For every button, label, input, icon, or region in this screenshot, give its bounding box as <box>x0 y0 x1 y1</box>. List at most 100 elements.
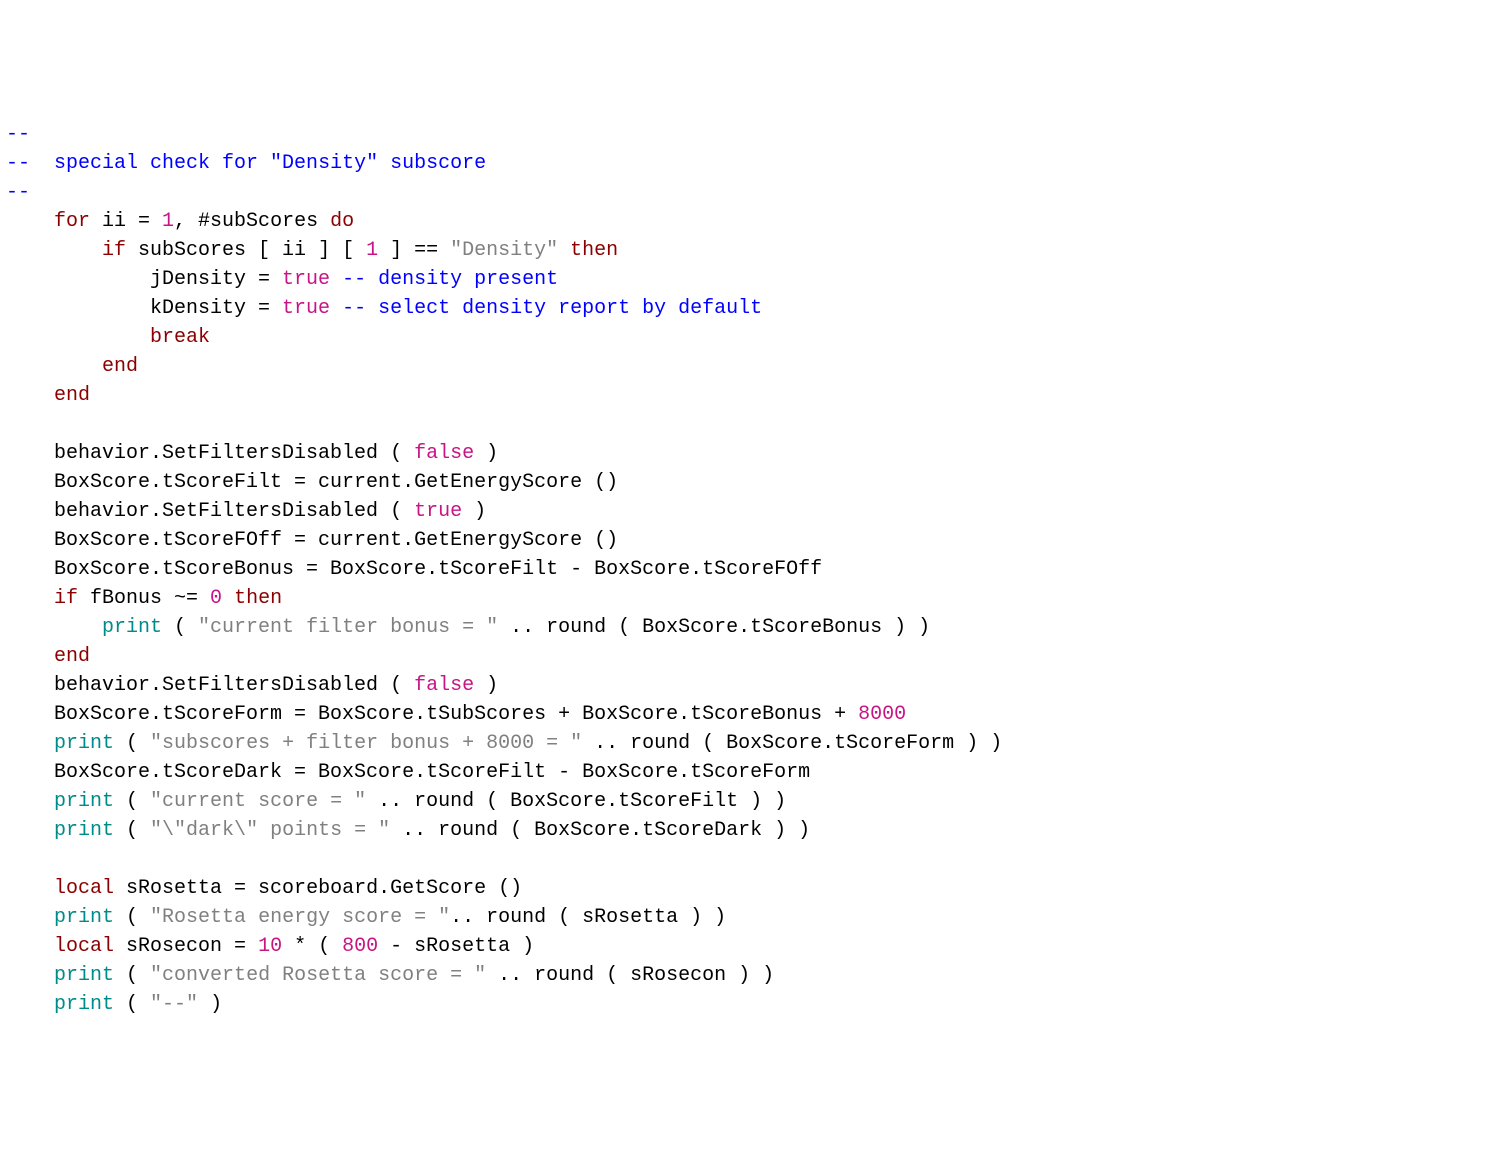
code: ( <box>114 964 150 987</box>
code: , #subScores <box>174 210 330 233</box>
keyword-true: true <box>282 268 330 291</box>
keyword-true: true <box>414 500 462 523</box>
keyword-break: break <box>150 326 210 349</box>
builtin-print: print <box>54 964 114 987</box>
comment: -- select density report by default <box>342 297 762 320</box>
builtin-print: print <box>54 790 114 813</box>
indent <box>6 819 54 842</box>
code: ) <box>198 993 222 1016</box>
string: "current filter bonus = " <box>198 616 498 639</box>
indent <box>6 616 102 639</box>
space <box>558 239 570 262</box>
code: ) <box>474 674 498 697</box>
keyword-then: then <box>570 239 618 262</box>
code: ( <box>114 993 150 1016</box>
code: ii = <box>90 210 162 233</box>
indent <box>6 935 54 958</box>
keyword-false: false <box>414 442 474 465</box>
comment: -- <box>6 152 30 175</box>
code: ( <box>114 906 150 929</box>
string: "--" <box>150 993 198 1016</box>
comment: special check for "Density" subscore <box>30 152 486 175</box>
space <box>222 587 234 610</box>
code: BoxScore.tScoreFilt = current.GetEnergyS… <box>6 471 618 494</box>
code: .. round ( BoxScore.tScoreFilt ) ) <box>366 790 786 813</box>
indent <box>6 906 54 929</box>
keyword-do: do <box>330 210 354 233</box>
space <box>330 268 342 291</box>
indent <box>6 732 54 755</box>
code: .. round ( BoxScore.tScoreForm ) ) <box>582 732 1002 755</box>
number: 1 <box>366 239 378 262</box>
keyword-local: local <box>54 935 114 958</box>
space <box>330 297 342 320</box>
code: * ( <box>282 935 342 958</box>
code: ( <box>114 819 150 842</box>
blank-line <box>6 848 18 871</box>
string: "Density" <box>450 239 558 262</box>
code: .. round ( sRosetta ) ) <box>450 906 726 929</box>
number: 8000 <box>858 703 906 726</box>
string: "\"dark\" points = " <box>150 819 390 842</box>
code: ) <box>462 500 486 523</box>
code: BoxScore.tScoreForm = BoxScore.tSubScore… <box>6 703 858 726</box>
code: jDensity = <box>6 268 282 291</box>
keyword-end: end <box>54 384 90 407</box>
string: "converted Rosetta score = " <box>150 964 486 987</box>
code: .. round ( sRosecon ) ) <box>486 964 774 987</box>
keyword-for: for <box>6 210 90 233</box>
keyword-local: local <box>54 877 114 900</box>
code: subScores [ ii ] [ <box>126 239 366 262</box>
number: 10 <box>258 935 282 958</box>
indent <box>6 355 102 378</box>
builtin-print: print <box>54 732 114 755</box>
indent <box>6 993 54 1016</box>
keyword-if: if <box>6 587 78 610</box>
keyword-then: then <box>234 587 282 610</box>
keyword-true: true <box>282 297 330 320</box>
code: BoxScore.tScoreDark = BoxScore.tScoreFil… <box>6 761 810 784</box>
code: ) <box>474 442 498 465</box>
builtin-print: print <box>54 906 114 929</box>
number: 800 <box>342 935 378 958</box>
code: fBonus ~= <box>78 587 210 610</box>
builtin-print: print <box>54 993 114 1016</box>
code: .. round ( BoxScore.tScoreBonus ) ) <box>498 616 930 639</box>
string: "subscores + filter bonus + 8000 = " <box>150 732 582 755</box>
number: 0 <box>210 587 222 610</box>
string: "current score = " <box>150 790 366 813</box>
builtin-print: print <box>102 616 162 639</box>
number: 1 <box>162 210 174 233</box>
code: BoxScore.tScoreBonus = BoxScore.tScoreFi… <box>6 558 822 581</box>
code: ] == <box>378 239 450 262</box>
indent <box>6 790 54 813</box>
code: .. round ( BoxScore.tScoreDark ) ) <box>390 819 810 842</box>
comment: -- density present <box>342 268 558 291</box>
indent <box>6 877 54 900</box>
code: behavior.SetFiltersDisabled ( <box>6 442 414 465</box>
code: - sRosetta ) <box>378 935 534 958</box>
code: ( <box>162 616 198 639</box>
builtin-print: print <box>54 819 114 842</box>
keyword-end: end <box>102 355 138 378</box>
code: sRosetta = scoreboard.GetScore () <box>114 877 522 900</box>
code: behavior.SetFiltersDisabled ( <box>6 674 414 697</box>
keyword-false: false <box>414 674 474 697</box>
indent <box>6 964 54 987</box>
code: behavior.SetFiltersDisabled ( <box>6 500 414 523</box>
indent <box>6 384 54 407</box>
code: ( <box>114 790 150 813</box>
keyword-end: end <box>54 645 90 668</box>
code: kDensity = <box>6 297 282 320</box>
indent <box>6 645 54 668</box>
comment: -- <box>6 123 30 146</box>
string: "Rosetta energy score = " <box>150 906 450 929</box>
indent <box>6 326 150 349</box>
code: BoxScore.tScoreFOff = current.GetEnergyS… <box>6 529 618 552</box>
blank-line <box>6 413 18 436</box>
code: sRosecon = <box>114 935 258 958</box>
keyword-if: if <box>6 239 126 262</box>
code: ( <box>114 732 150 755</box>
code-block: -- -- special check for "Density" subsco… <box>6 120 1506 1019</box>
comment: -- <box>6 181 30 204</box>
